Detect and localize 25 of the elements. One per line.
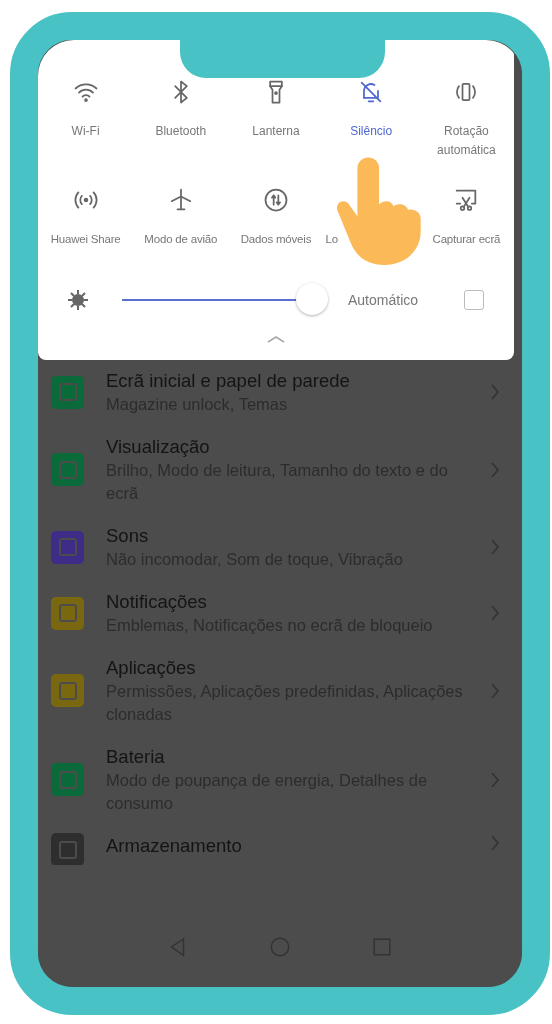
tile-label: Dados móveis — [240, 232, 312, 247]
auto-checkbox[interactable] — [464, 290, 484, 310]
tile-label: Capturar ecrã — [432, 232, 501, 247]
setting-title[interactable]: Bateria — [106, 744, 480, 769]
chevron-icon — [490, 382, 500, 402]
tile-label: Huawei Share — [50, 232, 121, 247]
tile-label: Lo — [325, 232, 338, 247]
tile-label: Rotação automática — [436, 123, 497, 159]
tile-label: Wi-Fi — [71, 123, 100, 140]
setting-title[interactable]: Notificações — [106, 589, 480, 614]
setting-title[interactable]: Armazenamento — [106, 833, 480, 858]
setting-title[interactable]: Ecrã inicial e papel de parede — [106, 368, 480, 393]
data-icon[interactable] — [262, 186, 290, 214]
chevron-icon — [490, 537, 500, 557]
chevron-icon — [490, 833, 500, 853]
tile-label: Lanterna — [252, 123, 300, 140]
chevron-icon — [490, 603, 500, 623]
auto-label: Automático — [348, 292, 419, 308]
tile-label: Bluetooth — [155, 123, 207, 140]
setting-title[interactable]: Visualização — [106, 434, 480, 459]
setting-title[interactable]: Sons — [106, 523, 480, 548]
brightness-icon — [66, 288, 90, 312]
tile-label: Silêncio — [350, 123, 393, 140]
setting-title[interactable]: Aplicações — [106, 655, 480, 680]
tile-label: Modo de avião — [144, 232, 218, 247]
